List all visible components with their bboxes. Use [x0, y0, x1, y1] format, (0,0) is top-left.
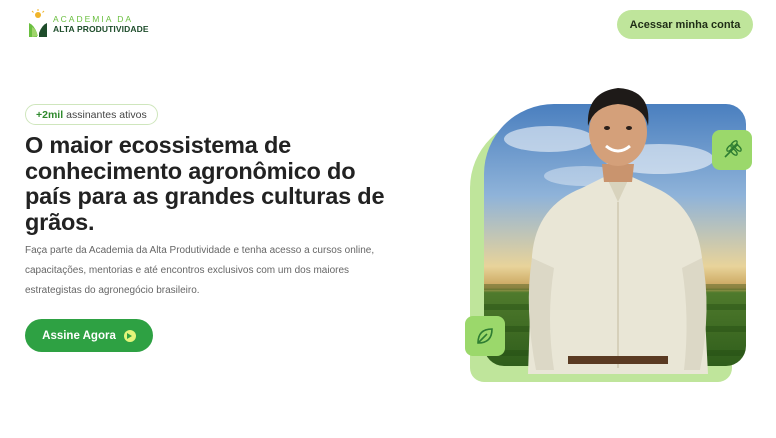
subscribers-badge: +2mil assinantes ativos: [25, 104, 158, 125]
subscribers-count: +2mil: [36, 108, 64, 121]
logo-mark-icon: [27, 9, 49, 39]
wheat-icon: [724, 140, 742, 158]
leaf-icon: [477, 328, 493, 344]
logo-title-line1: ACADEMIA DA: [53, 13, 134, 24]
logo[interactable]: ACADEMIA DA ALTA PRODUTIVIDADE: [27, 7, 152, 41]
hero-description: Faça parte da Academia da Alta Produtivi…: [25, 245, 375, 296]
leaf-badge: [465, 316, 505, 356]
arrow-right-circle-icon: [123, 329, 136, 342]
hero-headline: O maior ecossistema de conhecimento agro…: [25, 132, 385, 235]
subscribe-now-label: Assine Agora: [42, 329, 116, 342]
wheat-badge: [712, 130, 752, 170]
subscribers-label: assinantes ativos: [66, 108, 147, 121]
hero-visual: [465, 78, 760, 388]
logo-title-line2: ALTA PRODUTIVIDADE: [53, 24, 149, 34]
subscribe-now-button[interactable]: Assine Agora: [25, 319, 153, 352]
speaker-person-image: [528, 88, 708, 374]
login-button[interactable]: Acessar minha conta: [617, 10, 753, 39]
